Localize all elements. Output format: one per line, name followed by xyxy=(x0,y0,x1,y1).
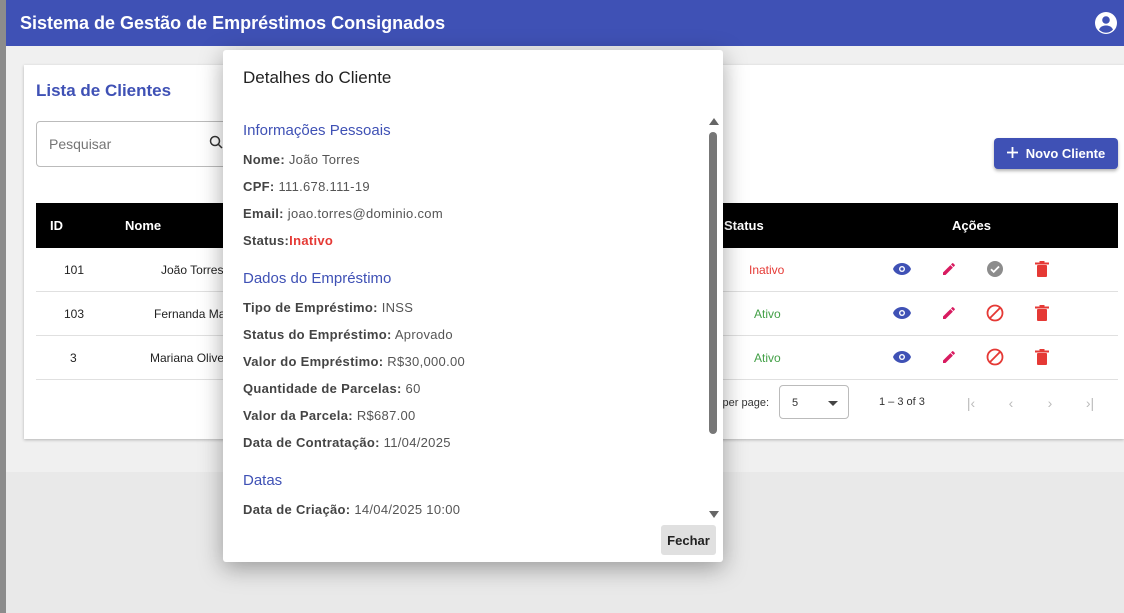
field-contract-date: Data de Contratação: 11/04/2025 xyxy=(243,435,451,450)
client-details-dialog: Detalhes do Cliente Informações Pessoais… xyxy=(223,50,723,562)
field-loan-amount: Valor do Empréstimo: R$30,000.00 xyxy=(243,354,466,369)
field-cpf: CPF: 111.678.111-19 xyxy=(243,179,370,194)
field-loan-status: Status do Empréstimo: Aprovado xyxy=(243,327,453,342)
field-installments: Quantidade de Parcelas: 60 xyxy=(243,381,421,396)
dialog-scrollbar[interactable] xyxy=(706,114,720,518)
dialog-content[interactable]: Informações Pessoais Nome: João Torres C… xyxy=(243,122,705,519)
section-loan-title: Dados do Empréstimo xyxy=(243,270,392,287)
field-installment-value: Valor da Parcela: R$687.00 xyxy=(243,408,416,423)
dialog-title: Detalhes do Cliente xyxy=(243,68,392,87)
scrollbar-thumb[interactable] xyxy=(709,132,717,434)
section-personal-title: Informações Pessoais xyxy=(243,122,391,139)
field-created-date: Data de Criação: 14/04/2025 10:00 xyxy=(243,502,461,517)
field-name: Nome: João Torres xyxy=(243,152,360,167)
field-status: Status:Inativo xyxy=(243,233,334,248)
field-loan-type: Tipo de Empréstimo: INSS xyxy=(243,300,414,315)
scroll-down-icon[interactable] xyxy=(709,511,719,518)
field-email: Email: joao.torres@dominio.com xyxy=(243,206,443,221)
close-button[interactable]: Fechar xyxy=(661,525,716,555)
section-dates-title: Datas xyxy=(243,472,283,489)
scroll-up-icon[interactable] xyxy=(709,118,719,125)
